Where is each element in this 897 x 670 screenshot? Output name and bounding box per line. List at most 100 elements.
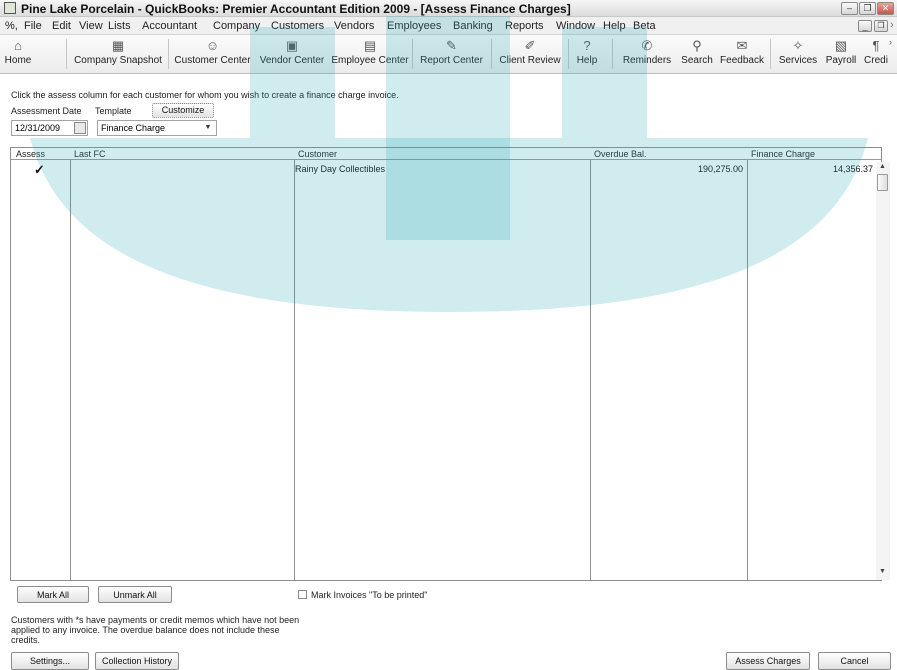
menu-accountant[interactable]: Accountant <box>142 20 197 32</box>
toolbar-employee-center[interactable]: ▤ Employee Center <box>330 35 410 73</box>
feedback-icon: ✉ <box>736 38 748 53</box>
toolbar-separator <box>168 39 169 69</box>
title-bar: Pine Lake Porcelain - QuickBooks: Premie… <box>0 0 897 17</box>
cancel-button[interactable]: Cancel <box>818 652 891 670</box>
toolbar-search-label: Search <box>681 55 713 66</box>
template-select-value: Finance Charge <box>101 123 166 133</box>
toolbar-payroll-label: Payroll <box>825 55 857 66</box>
app-icon <box>4 2 16 14</box>
column-header-finance-charge[interactable]: Finance Charge <box>751 149 815 159</box>
mark-invoices-label[interactable]: Mark Invoices "To be printed" <box>311 590 427 600</box>
mark-all-button[interactable]: Mark All <box>17 586 89 603</box>
toolbar-client-review[interactable]: ✐ Client Review <box>495 35 565 73</box>
menu-customers[interactable]: Customers <box>271 20 324 32</box>
toolbar-vendor-center[interactable]: ▣ Vendor Center <box>255 35 329 73</box>
payroll-icon: ▧ <box>834 38 848 53</box>
footnote-text: Customers with *s have payments or credi… <box>11 615 331 645</box>
toolbar-separator <box>491 39 492 69</box>
child-minimize-button[interactable]: _ <box>858 20 872 32</box>
toolbar-client-review-label: Client Review <box>499 55 561 66</box>
chevron-down-icon[interactable]: ▼ <box>202 123 214 133</box>
toolbar-search[interactable]: ⚲ Search <box>677 35 717 73</box>
menu-bar: %, File Edit View Lists Accountant Compa… <box>0 17 897 35</box>
column-header-assess[interactable]: Assess <box>16 149 45 159</box>
customer-cell: Rainy Day Collectibles <box>295 164 386 174</box>
toolbar-feedback[interactable]: ✉ Feedback <box>718 35 766 73</box>
assessment-date-field[interactable]: 12/31/2009 <box>11 120 88 136</box>
toolbar-report-center[interactable]: ✎ Report Center <box>415 35 488 73</box>
menu-vendors[interactable]: Vendors <box>334 20 374 32</box>
icon-bar: ⌂ Home ▦ Company Snapshot ☺ Customer Cen… <box>0 35 897 74</box>
toolbar-home-label: Home <box>4 55 32 66</box>
child-close-button[interactable]: › <box>890 19 894 31</box>
assess-charges-button[interactable]: Assess Charges <box>726 652 810 670</box>
mark-invoices-checkbox[interactable] <box>298 590 307 599</box>
vendor-center-icon: ▣ <box>285 38 299 53</box>
toolbar-services[interactable]: ✧ Services <box>775 35 821 73</box>
calendar-icon[interactable] <box>74 122 86 134</box>
toolbar-separator <box>412 39 413 69</box>
toolbar-report-center-label: Report Center <box>420 55 483 66</box>
toolbar-credit[interactable]: ¶ Credi <box>861 35 891 73</box>
column-header-last-fc[interactable]: Last FC <box>74 149 106 159</box>
menu-lists[interactable]: Lists <box>108 20 131 32</box>
toolbar-overflow-icon[interactable]: › <box>889 37 892 47</box>
column-header-overdue-bal[interactable]: Overdue Bal. <box>594 149 647 159</box>
menu-banking[interactable]: Banking <box>453 20 493 32</box>
window-title: Pine Lake Porcelain - QuickBooks: Premie… <box>21 2 571 16</box>
client-review-icon: ✐ <box>524 38 536 53</box>
template-select[interactable]: Finance Charge ▼ <box>97 120 217 136</box>
table-header: Assess Last FC Customer Overdue Bal. Fin… <box>11 148 881 160</box>
collection-history-button[interactable]: Collection History <box>95 652 179 670</box>
footnote-line: Customers with *s have payments or credi… <box>11 615 300 625</box>
child-restore-button[interactable]: ❐ <box>874 20 888 32</box>
menu-beta[interactable]: Beta <box>633 20 656 32</box>
toolbar-vendor-center-label: Vendor Center <box>259 55 325 66</box>
menu-view[interactable]: View <box>79 20 103 32</box>
finance-charge-table: Assess Last FC Customer Overdue Bal. Fin… <box>10 147 890 581</box>
menu-window[interactable]: Window <box>556 20 595 32</box>
menu-employees[interactable]: Employees <box>387 20 441 32</box>
assess-checkmark-icon[interactable]: ✓ <box>34 162 45 178</box>
menu-help[interactable]: Help <box>603 20 626 32</box>
column-divider <box>70 160 71 580</box>
unmark-all-button[interactable]: Unmark All <box>98 586 172 603</box>
snapshot-icon: ▦ <box>111 38 125 53</box>
column-divider <box>590 160 591 580</box>
minimize-button[interactable]: – <box>841 2 858 15</box>
toolbar-customer-center[interactable]: ☺ Customer Center <box>171 35 254 73</box>
column-divider <box>294 160 295 580</box>
column-header-customer[interactable]: Customer <box>298 149 337 159</box>
toolbar-company-snapshot[interactable]: ▦ Company Snapshot <box>70 35 166 73</box>
toolbar-payroll[interactable]: ▧ Payroll <box>822 35 860 73</box>
assessment-date-label: Assessment Date <box>11 106 82 116</box>
overdue-balance-cell: 190,275.00 <box>697 164 743 174</box>
toolbar-help[interactable]: ? Help <box>571 35 603 73</box>
toolbar-separator <box>612 39 613 69</box>
customize-button[interactable]: Customize <box>152 103 214 118</box>
toolbar-separator <box>770 39 771 69</box>
toolbar-services-label: Services <box>778 55 818 66</box>
reminders-icon: ✆ <box>641 38 653 53</box>
column-divider <box>747 160 748 580</box>
employee-center-icon: ▤ <box>363 38 377 53</box>
system-menu-icon[interactable]: %, <box>5 20 18 32</box>
scroll-thumb[interactable] <box>877 174 888 191</box>
toolbar-reminders-label: Reminders <box>622 55 672 66</box>
scroll-up-icon[interactable]: ▲ <box>877 162 888 172</box>
settings-button[interactable]: Settings... <box>11 652 89 670</box>
menu-edit[interactable]: Edit <box>52 20 71 32</box>
help-icon: ? <box>583 38 591 53</box>
close-button[interactable]: ✕ <box>877 2 894 15</box>
menu-file[interactable]: File <box>24 20 42 32</box>
footnote-line: credits. <box>11 635 41 645</box>
scroll-down-icon[interactable]: ▼ <box>877 567 888 577</box>
menu-reports[interactable]: Reports <box>505 20 544 32</box>
toolbar-reminders[interactable]: ✆ Reminders <box>618 35 676 73</box>
vertical-scrollbar[interactable]: ▲ ▼ <box>876 162 890 580</box>
footnote-line: applied to any invoice. The overdue bala… <box>11 625 280 635</box>
credit-icon: ¶ <box>872 38 880 53</box>
restore-button[interactable]: ❐ <box>859 2 876 15</box>
menu-company[interactable]: Company <box>213 20 260 32</box>
toolbar-home[interactable]: ⌂ Home <box>3 35 33 73</box>
